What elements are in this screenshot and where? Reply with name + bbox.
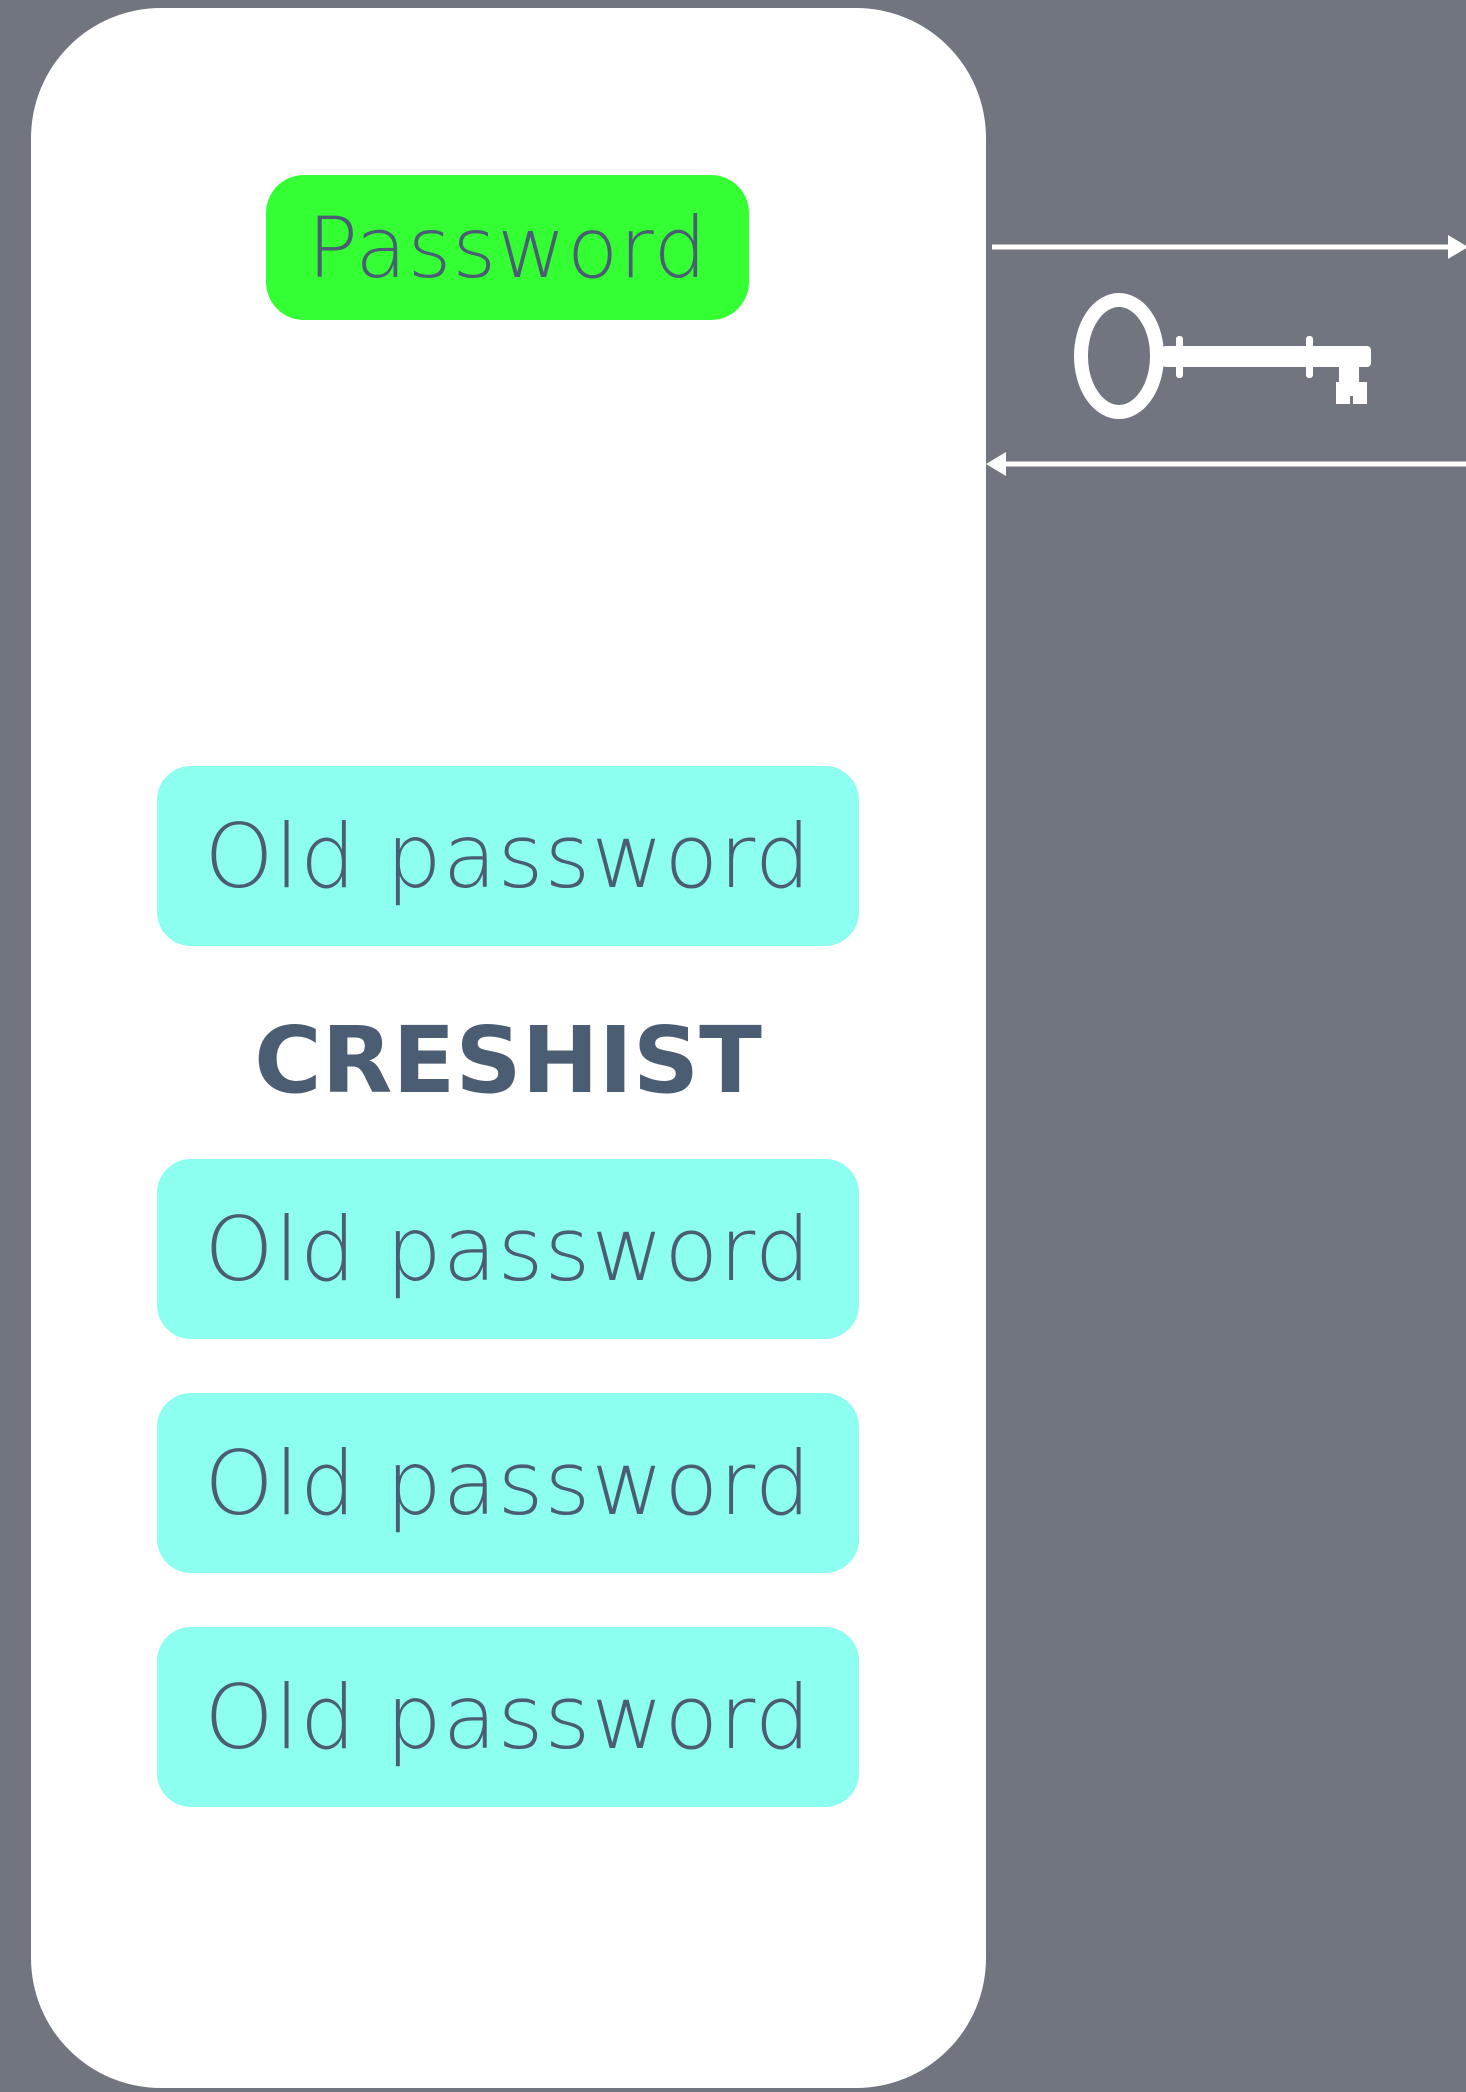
password-label: Password — [307, 198, 708, 297]
old-password-label: Old password — [204, 804, 812, 908]
old-password-box-4: Old password — [157, 1627, 859, 1807]
old-password-box-2: Old password — [157, 1159, 859, 1339]
arrow-right-icon — [992, 235, 1466, 259]
old-password-label: Old password — [204, 1665, 812, 1769]
old-password-label: Old password — [204, 1431, 812, 1535]
history-label: CRESHIST — [254, 1006, 762, 1114]
key-exchange-connector — [986, 235, 1466, 476]
old-password-box-3: Old password — [157, 1393, 859, 1573]
key-icon — [1074, 293, 1371, 419]
old-password-box-1: Old password — [157, 766, 859, 946]
arrow-left-icon — [986, 452, 1466, 476]
password-box: Password — [266, 175, 749, 320]
old-password-label: Old password — [204, 1197, 812, 1301]
